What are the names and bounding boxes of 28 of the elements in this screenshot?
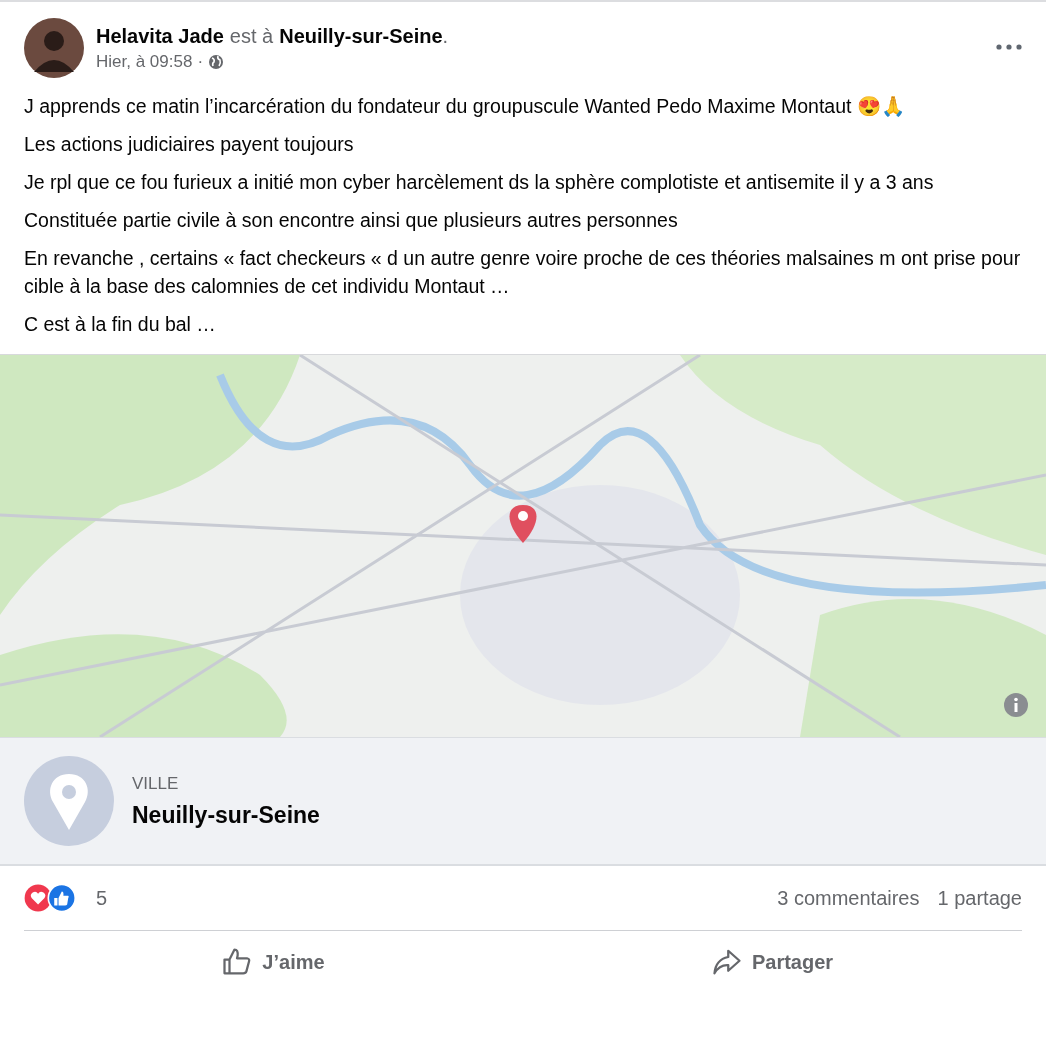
post-time[interactable]: Hier, à 09:58 (96, 51, 193, 72)
more-options-icon[interactable] (996, 44, 1022, 50)
post-paragraph: J apprends ce matin l’incarcération du fondateur du groupuscule Wanted Pedo Maxime Montaut 😍🙏 (24, 94, 906, 119)
location-pin-icon (24, 756, 114, 846)
comment-count[interactable]: 3 commentaires (777, 886, 920, 910)
post-paragraph: Je rpl que ce fou furieux a initié mon cyber harcèlement ds la sphère complotiste et antisemite il y a 3 ans (24, 170, 935, 195)
location-prefix: est à (229, 24, 274, 48)
author-name[interactable]: Helavita Jade (96, 24, 224, 48)
info-icon[interactable] (1004, 693, 1028, 717)
share-count[interactable]: 1 partage (937, 886, 1022, 910)
reaction-count[interactable]: 5 (96, 886, 108, 910)
thumbs-up-icon (222, 947, 253, 977)
post-paragraph: C est à la fin du bal … (24, 312, 217, 337)
share-button[interactable]: Partager (523, 931, 1022, 993)
place-name: Neuilly-sur-Seine (132, 801, 320, 829)
post-paragraph: En revanche , certains « fact checkeurs « d un autre genre voire proche de ces théories malsaines m ont prise pour cible à la base des calomnies de cet individu Montaut … (24, 246, 1022, 299)
like-button[interactable]: J’aime (24, 931, 523, 993)
globe-icon (208, 53, 225, 70)
reactions-icon[interactable] (24, 884, 78, 912)
location-link[interactable]: Neuilly-sur-Seine (279, 24, 443, 48)
avatar[interactable] (24, 18, 84, 78)
location-card[interactable]: VILLE Neuilly-sur-Seine (0, 737, 1046, 866)
period: . (442, 24, 449, 48)
post-paragraph: Les actions judiciaires payent toujours (24, 132, 355, 157)
separator: · (197, 51, 204, 72)
place-category: VILLE (132, 773, 180, 794)
post-paragraph: Constituée partie civile à son encontre ainsi que plusieurs autres personnes (24, 208, 679, 233)
share-arrow-icon (711, 947, 742, 977)
